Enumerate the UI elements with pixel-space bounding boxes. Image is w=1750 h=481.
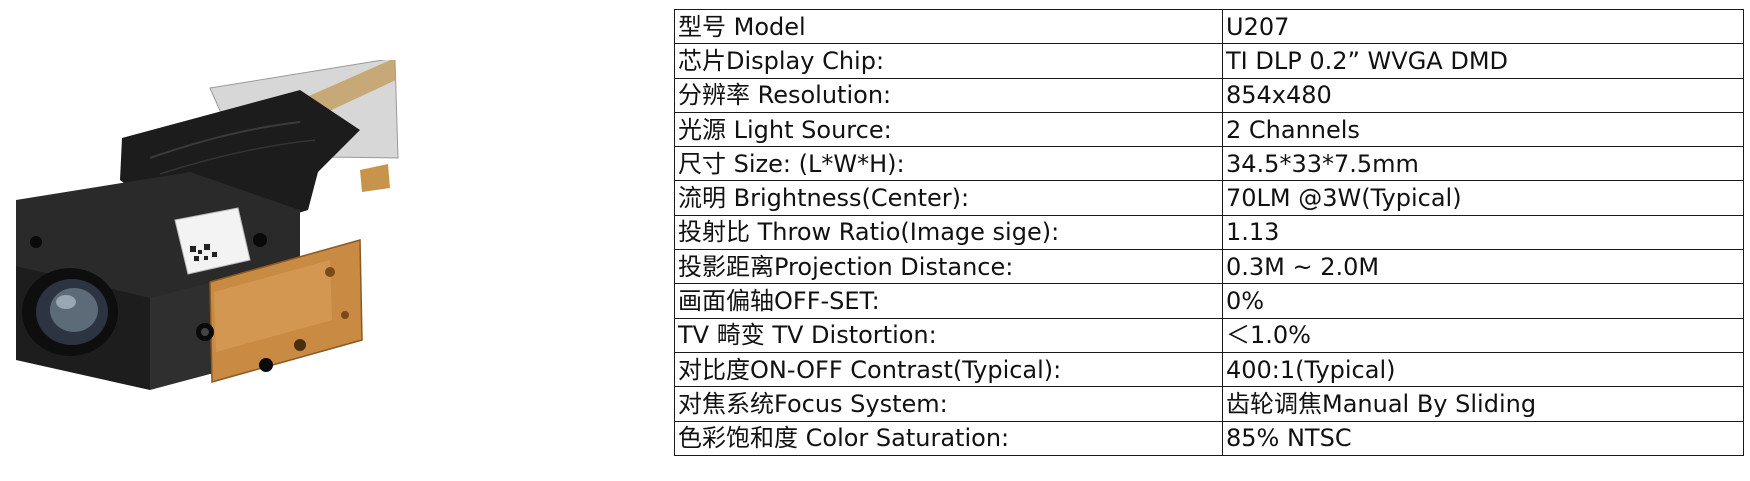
spec-row: 流明 Brightness(Center): 70LM @3W(Typical) — [674, 180, 1744, 216]
spec-value: 0% — [1222, 283, 1744, 319]
spec-label: TV 畸变 TV Distortion: — [674, 317, 1223, 353]
spec-value: 854x480 — [1222, 77, 1744, 113]
spec-row: 色彩饱和度 Color Saturation: 85% NTSC — [674, 420, 1744, 456]
spec-value: 70LM @3W(Typical) — [1222, 180, 1744, 216]
spec-label: 对比度ON-OFF Contrast(Typical): — [674, 351, 1223, 388]
spec-label: 光源 Light Source: — [674, 111, 1223, 148]
spec-row: 光源 Light Source: 2 Channels — [674, 111, 1744, 148]
spec-label: 投射比 Throw Ratio(Image sige): — [674, 214, 1223, 251]
spec-label: 对焦系统Focus System: — [674, 386, 1223, 422]
spec-row: TV 畸变 TV Distortion: ＜1.0% — [674, 317, 1744, 353]
spec-label: 型号 Model — [674, 8, 1223, 45]
spec-value: TI DLP 0.2” WVGA DMD — [1222, 43, 1744, 79]
spec-label: 流明 Brightness(Center): — [674, 180, 1223, 216]
spec-label: 分辨率 Resolution: — [674, 77, 1223, 113]
spec-row: 对焦系统Focus System: 齿轮调焦Manual By Sliding — [674, 386, 1744, 422]
spec-value: 0.3M ~ 2.0M — [1222, 249, 1744, 285]
spec-label: 尺寸 Size: (L*W*H): — [674, 146, 1223, 182]
spec-label: 投影距离Projection Distance: — [674, 249, 1223, 285]
spec-row: 尺寸 Size: (L*W*H): 34.5*33*7.5mm — [674, 146, 1744, 182]
spec-value: U207 — [1222, 8, 1744, 45]
spec-row: 对比度ON-OFF Contrast(Typical): 400:1(Typica… — [674, 351, 1744, 388]
spec-value: 400:1(Typical) — [1222, 351, 1744, 388]
spec-row: 投影距离Projection Distance: 0.3M ~ 2.0M — [674, 249, 1744, 285]
spec-row: 投射比 Throw Ratio(Image sige): 1.13 — [674, 214, 1744, 251]
spec-value: ＜1.0% — [1222, 317, 1744, 353]
spec-value: 34.5*33*7.5mm — [1222, 146, 1744, 182]
spec-value: 1.13 — [1222, 214, 1744, 251]
spec-label: 色彩饱和度 Color Saturation: — [674, 420, 1223, 456]
spec-row: 画面偏轴OFF-SET: 0% — [674, 283, 1744, 319]
spec-label: 画面偏轴OFF-SET: — [674, 283, 1223, 319]
spec-row: 型号 Model U207 — [674, 8, 1744, 45]
spec-table-body: 型号 Model U207 芯片Display Chip: TI DLP 0.2” W… — [674, 8, 1744, 456]
spec-value: 85% NTSC — [1222, 420, 1744, 456]
spec-table: 型号 Model U207 芯片Display Chip: TI DLP 0.2” W… — [674, 8, 1744, 456]
spec-value: 齿轮调焦Manual By Sliding — [1222, 386, 1744, 422]
spec-value: 2 Channels — [1222, 111, 1744, 148]
spec-row: 芯片Display Chip: TI DLP 0.2” WVGA DMD — [674, 43, 1744, 79]
spec-label: 芯片Display Chip: — [674, 43, 1223, 79]
spec-row: 分辨率 Resolution: 854x480 — [674, 77, 1744, 113]
projector-module-image — [16, 60, 399, 390]
